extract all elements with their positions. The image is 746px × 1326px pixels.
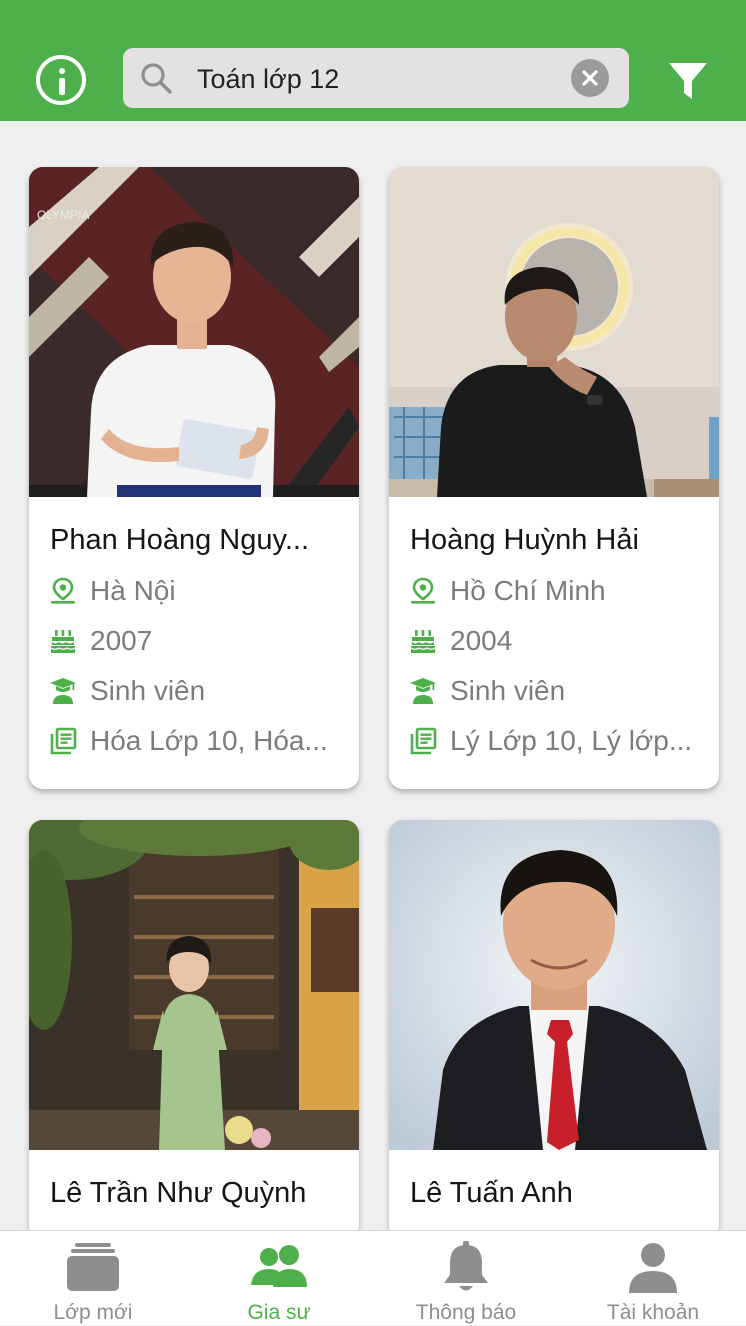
occupation-row: Sinh viên [49, 673, 349, 709]
tutor-occupation: Sinh viên [90, 675, 206, 706]
search-icon [141, 63, 172, 94]
tutor-location: Hà Nội [90, 575, 176, 606]
tutor-subjects: Lý Lớp 10, Lý lớp... [450, 725, 693, 756]
classes-stack-icon [67, 1243, 119, 1291]
map-pin-icon [409, 577, 437, 605]
birth-year-row: 2007 [49, 623, 349, 659]
subjects-row: Lý Lớp 10, Lý lớp... [409, 723, 709, 759]
tutors-group-icon [251, 1245, 307, 1287]
search-bar[interactable]: Toán lớp 12 [123, 48, 629, 108]
nav-label: Thông báo [415, 1301, 517, 1324]
occupation-row: Sinh viên [409, 673, 709, 709]
nav-notifications[interactable]: Thông báo [373, 1231, 559, 1326]
nav-label: Lớp mới [53, 1301, 133, 1324]
info-icon[interactable] [36, 55, 86, 105]
subjects-row: Hóa Lớp 10, Hóa... [49, 723, 349, 759]
nav-tutors[interactable]: Gia sư [186, 1231, 372, 1326]
graduate-icon [409, 677, 437, 705]
tutor-card[interactable]: OLYMPIA Phan Hoàng Nguy... Hà Nội 2007 S… [29, 167, 359, 789]
search-input[interactable]: Toán lớp 12 [197, 64, 339, 94]
birthday-cake-icon [409, 627, 437, 655]
bell-icon [444, 1241, 488, 1291]
location-row: Hà Nội [49, 573, 349, 609]
tutor-birth-year: 2007 [90, 625, 153, 656]
filter-icon[interactable] [667, 60, 709, 102]
clear-icon[interactable] [571, 59, 609, 97]
tutor-photo [29, 820, 359, 1150]
tutor-card[interactable]: Hoàng Huỳnh Hải Hồ Chí Minh 2004 Sinh vi… [389, 167, 719, 789]
tutor-card[interactable]: Lê Tuấn Anh [389, 820, 719, 1240]
birth-year-row: 2004 [409, 623, 709, 659]
tutor-name: Lê Trần Như Quỳnh [50, 1177, 307, 1209]
nav-label: Gia sư [247, 1301, 311, 1324]
nav-new-classes[interactable]: Lớp mới [0, 1231, 186, 1326]
nav-account[interactable]: Tài khoản [560, 1231, 746, 1326]
birthday-cake-icon [49, 627, 77, 655]
tutor-card[interactable]: Lê Trần Như Quỳnh [29, 820, 359, 1240]
tutor-name: Phan Hoàng Nguy... [50, 524, 310, 556]
tutor-subjects: Hóa Lớp 10, Hóa... [90, 725, 328, 756]
tutor-location: Hồ Chí Minh [450, 575, 606, 606]
account-icon [629, 1243, 677, 1293]
tutor-occupation: Sinh viên [450, 675, 566, 706]
location-row: Hồ Chí Minh [409, 573, 709, 609]
book-list-icon [409, 727, 437, 755]
svg-text:OLYMPIA: OLYMPIA [37, 208, 89, 222]
tutor-photo [389, 820, 719, 1150]
bottom-navigation: Lớp mới Gia sư Thông báo Tài khoản [0, 1230, 746, 1325]
tutor-photo: OLYMPIA [29, 167, 359, 497]
tutor-name: Hoàng Huỳnh Hải [410, 524, 639, 556]
graduate-icon [49, 677, 77, 705]
tutor-name: Lê Tuấn Anh [410, 1177, 573, 1209]
app-header: Toán lớp 12 [0, 0, 746, 121]
tutor-photo [389, 167, 719, 497]
nav-label: Tài khoản [606, 1301, 700, 1324]
tutor-birth-year: 2004 [450, 625, 513, 656]
book-list-icon [49, 727, 77, 755]
map-pin-icon [49, 577, 77, 605]
